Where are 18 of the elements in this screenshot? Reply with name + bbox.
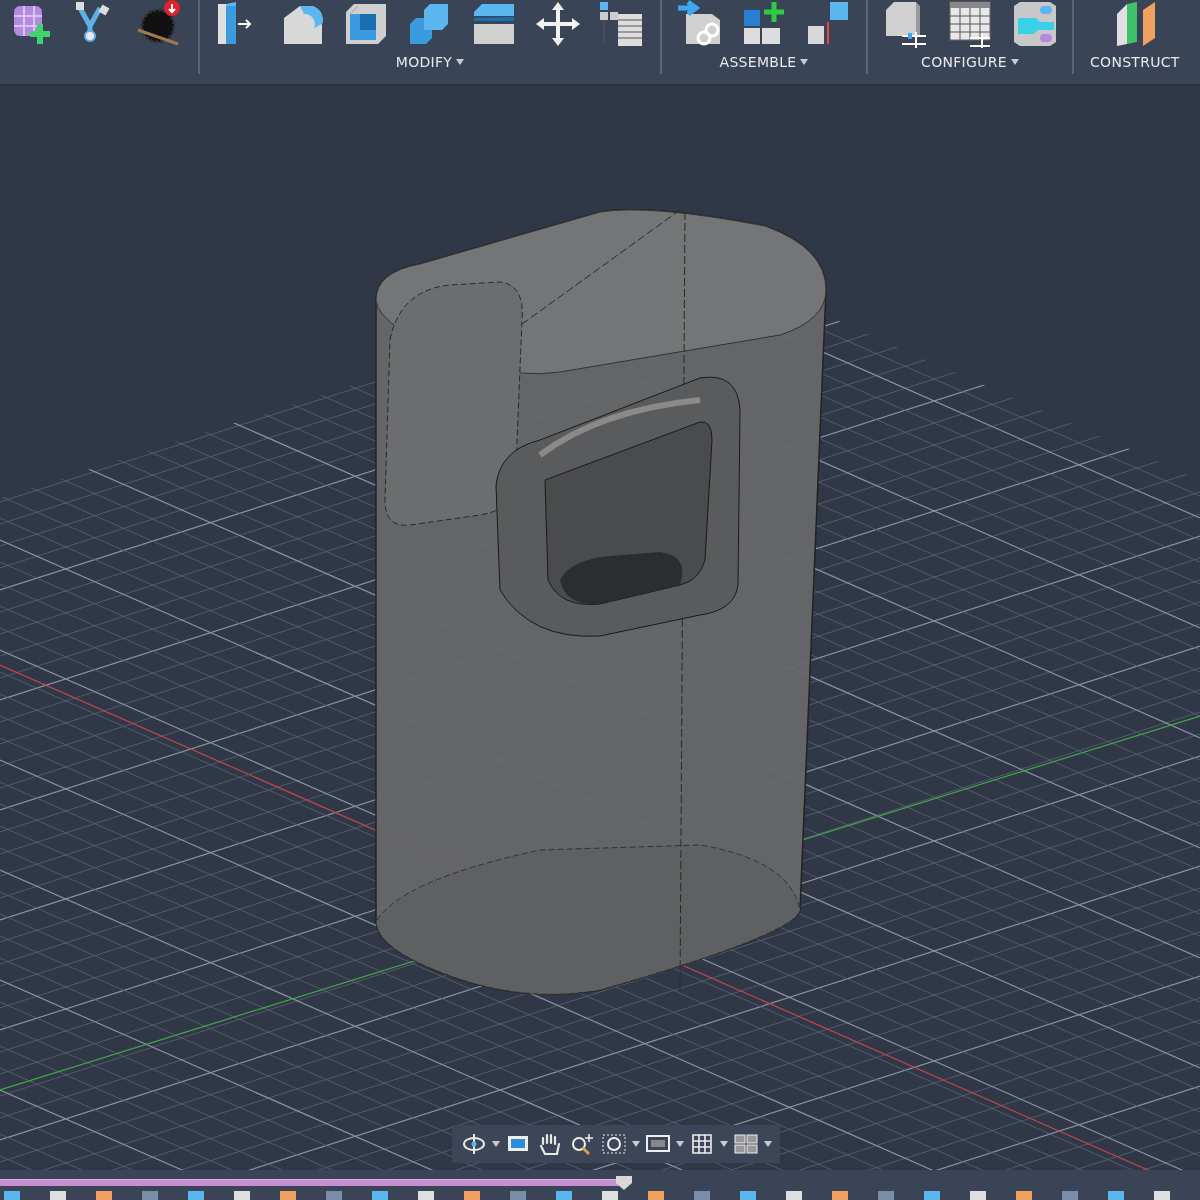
caret-icon[interactable] — [764, 1141, 772, 1147]
group-menu-button[interactable]: ASSEMBLE — [717, 51, 811, 72]
caret-icon[interactable] — [456, 58, 465, 65]
playhead-marker[interactable] — [616, 1176, 632, 1190]
group-menu-button[interactable]: CONSTRUCT — [1088, 51, 1182, 72]
group-menu-button[interactable]: CONFIGURE — [919, 51, 1021, 72]
move-icon[interactable] — [534, 0, 582, 48]
caret-icon[interactable] — [800, 58, 809, 65]
caret-icon[interactable] — [1010, 58, 1019, 65]
viewports-icon[interactable] — [732, 1132, 760, 1156]
configuration-table-icon[interactable] — [946, 0, 994, 48]
caret-icon[interactable] — [492, 1141, 500, 1147]
caret-icon[interactable] — [632, 1141, 640, 1147]
caret-icon[interactable] — [720, 1141, 728, 1147]
group-menu-button[interactable]: MODIFY — [393, 51, 467, 72]
caret-icon[interactable] — [676, 1141, 684, 1147]
orbit-icon[interactable] — [460, 1132, 488, 1156]
zoom-window-icon[interactable] — [600, 1132, 628, 1156]
